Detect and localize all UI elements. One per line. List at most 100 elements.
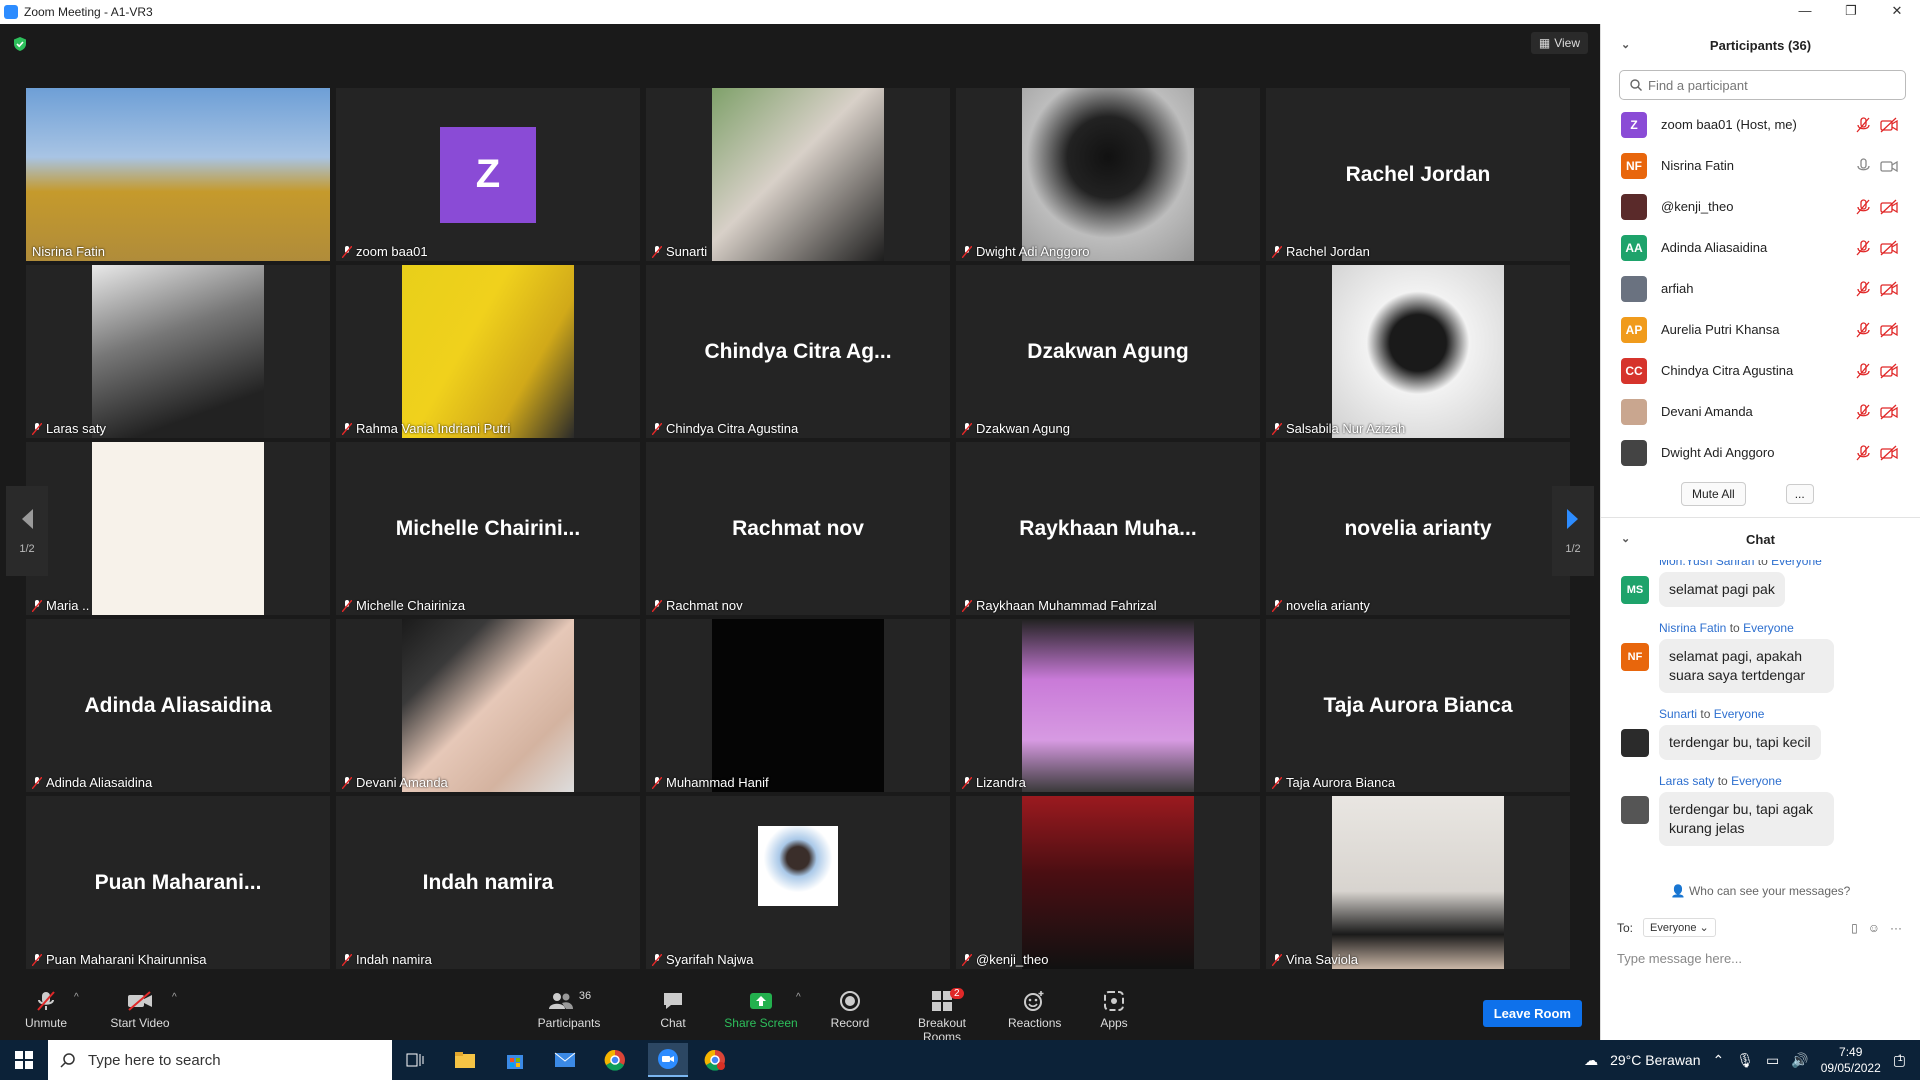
- participant-row-zoom-baa01-host-me[interactable]: Zzoom baa01 (Host, me): [1601, 104, 1920, 145]
- chat-button[interactable]: Chat: [656, 988, 690, 1030]
- start-video-button[interactable]: Start Video: [108, 988, 172, 1030]
- volume-icon[interactable]: 🔊: [1791, 1052, 1808, 1069]
- taskbar-search-input[interactable]: Type here to search: [48, 1040, 392, 1080]
- participant-search-input[interactable]: Find a participant: [1619, 70, 1906, 100]
- restore-button[interactable]: ❐: [1828, 0, 1874, 24]
- video-icon[interactable]: [1880, 158, 1898, 174]
- microphone-muted-icon[interactable]: [1856, 444, 1870, 461]
- video-tile-zoom-baa01[interactable]: Zzoom baa01: [336, 88, 640, 261]
- video-off-icon[interactable]: [1880, 281, 1898, 297]
- weather-text[interactable]: 29°C Berawan: [1610, 1052, 1700, 1068]
- participant-row-adinda-aliasaidina[interactable]: AA Adinda Aliasaidina: [1601, 227, 1920, 268]
- microphone-muted-icon[interactable]: [1856, 321, 1870, 338]
- microphone-muted-icon[interactable]: [1856, 198, 1870, 215]
- video-off-icon[interactable]: [1880, 117, 1898, 133]
- minimize-button[interactable]: —: [1782, 0, 1828, 24]
- video-tile-rachmat-nov[interactable]: Rachmat nov Rachmat nov: [646, 442, 950, 615]
- microphone-muted-icon[interactable]: [1856, 280, 1870, 297]
- video-tile-laras-saty[interactable]: Laras saty: [26, 265, 330, 438]
- microphone-icon[interactable]: [1856, 157, 1870, 174]
- video-off-icon[interactable]: [1880, 404, 1898, 420]
- microphone-muted-icon[interactable]: [1856, 239, 1870, 256]
- video-tile-salsabila-nur-azizah[interactable]: Salsabila Nur Azizah: [1266, 265, 1570, 438]
- more-options-button[interactable]: ...: [1785, 484, 1814, 504]
- zoom-taskbar-icon[interactable]: [648, 1043, 688, 1077]
- network-icon[interactable]: ▭: [1766, 1052, 1779, 1069]
- video-tile-muhammad-hanif[interactable]: Muhammad Hanif: [646, 619, 950, 792]
- file-explorer-icon[interactable]: [450, 1046, 480, 1074]
- leave-room-button[interactable]: Leave Room: [1482, 1000, 1582, 1027]
- clock[interactable]: 7:49 09/05/2022: [1821, 1044, 1881, 1076]
- video-tile-puan-maharani-khairunnisa[interactable]: Puan Maharani... Puan Maharani Khairunnis…: [26, 796, 330, 969]
- collapse-chat-chevron-icon[interactable]: ⌄: [1621, 532, 1630, 545]
- record-button[interactable]: Record: [830, 988, 870, 1030]
- unmute-button[interactable]: Unmute: [22, 988, 70, 1030]
- video-tile-vina-saviola[interactable]: Vina Saviola: [1266, 796, 1570, 969]
- microphone-tray-icon[interactable]: 🎙: [1736, 1052, 1754, 1069]
- chat-message-input[interactable]: Type message here...: [1601, 951, 1920, 966]
- video-off-icon[interactable]: [1880, 445, 1898, 461]
- participant-row-kenji-theo[interactable]: @kenji_theo: [1601, 186, 1920, 227]
- share-screen-button[interactable]: Share Screen: [722, 988, 800, 1030]
- audio-options-caret[interactable]: ^: [74, 992, 79, 1003]
- participant-row-aurelia-putri-khansa[interactable]: AP Aurelia Putri Khansa: [1601, 309, 1920, 350]
- participant-row-devani-amanda[interactable]: Devani Amanda: [1601, 391, 1920, 432]
- participant-row-chindya-citra-agustina[interactable]: CC Chindya Citra Agustina: [1601, 350, 1920, 391]
- video-tile-rachel-jordan[interactable]: Rachel Jordan Rachel Jordan: [1266, 88, 1570, 261]
- chrome-icon[interactable]: [600, 1046, 630, 1074]
- video-tile-raykhaan-muhammad-fahrizal[interactable]: Raykhaan Muha... Raykhaan Muhammad Fahriz…: [956, 442, 1260, 615]
- share-options-caret[interactable]: ^: [796, 992, 801, 1003]
- video-tile-devani-amanda[interactable]: Devani Amanda: [336, 619, 640, 792]
- video-tile-chindya-citra-agustina[interactable]: Chindya Citra Ag... Chindya Citra Agustin…: [646, 265, 950, 438]
- sender-name[interactable]: Sunarti: [1659, 707, 1697, 721]
- microphone-muted-icon[interactable]: [1856, 116, 1870, 133]
- microphone-muted-icon[interactable]: [1856, 362, 1870, 379]
- sender-name[interactable]: Nisrina Fatin: [1659, 621, 1726, 635]
- apps-button[interactable]: Apps: [1100, 988, 1128, 1030]
- store-icon[interactable]: [500, 1046, 530, 1074]
- previous-page-button[interactable]: 1/2: [6, 486, 48, 576]
- video-tile-dzakwan-agung[interactable]: Dzakwan Agung Dzakwan Agung: [956, 265, 1260, 438]
- recipient-select[interactable]: Everyone ⌄: [1643, 918, 1716, 937]
- video-tile-adinda-aliasaidina[interactable]: Adinda Aliasaidina Adinda Aliasaidina: [26, 619, 330, 792]
- file-icon[interactable]: ▯: [1851, 921, 1858, 935]
- who-can-see-link[interactable]: 👤 Who can see your messages?: [1601, 884, 1920, 898]
- video-tile-taja-aurora-bianca[interactable]: Taja Aurora Bianca Taja Aurora Bianca: [1266, 619, 1570, 792]
- video-tile-lizandra[interactable]: Lizandra: [956, 619, 1260, 792]
- windows-start-icon[interactable]: [9, 1046, 39, 1074]
- next-page-button[interactable]: 1/2: [1552, 486, 1594, 576]
- participant-row-arfiah[interactable]: arfiah: [1601, 268, 1920, 309]
- microphone-muted-icon[interactable]: [1856, 403, 1870, 420]
- video-tile-maria[interactable]: Maria ..: [26, 442, 330, 615]
- participant-row-nisrina-fatin[interactable]: NF Nisrina Fatin: [1601, 145, 1920, 186]
- video-tile-sunarti[interactable]: Sunarti: [646, 88, 950, 261]
- mute-all-button[interactable]: Mute All: [1681, 482, 1746, 506]
- video-tile-syarifah-najwa[interactable]: Syarifah Najwa: [646, 796, 950, 969]
- video-tile-indah-namira[interactable]: Indah namira Indah namira: [336, 796, 640, 969]
- task-view-icon[interactable]: [400, 1046, 430, 1074]
- video-off-icon[interactable]: [1880, 199, 1898, 215]
- close-button[interactable]: ✕: [1874, 0, 1920, 24]
- participant-row-dwight-adi-anggoro[interactable]: Dwight Adi Anggoro: [1601, 432, 1920, 473]
- sender-name[interactable]: Laras saty: [1659, 774, 1714, 788]
- video-off-icon[interactable]: [1880, 322, 1898, 338]
- sender-name[interactable]: Moh.Yusri Sahrah: [1659, 560, 1754, 568]
- video-tile-novelia-arianty[interactable]: novelia arianty novelia arianty: [1266, 442, 1570, 615]
- participants-button[interactable]: 36 Participants: [534, 988, 604, 1030]
- video-tile-dwight-adi-anggoro[interactable]: Dwight Adi Anggoro: [956, 88, 1260, 261]
- video-tile-rahma-vania-indriani-putri[interactable]: Rahma Vania Indriani Putri: [336, 265, 640, 438]
- video-options-caret[interactable]: ^: [172, 992, 177, 1003]
- breakout-rooms-button[interactable]: 2 Breakout Rooms: [898, 988, 986, 1044]
- view-button[interactable]: ▦ View: [1530, 32, 1588, 54]
- collapse-participants-chevron-icon[interactable]: ⌄: [1621, 38, 1630, 51]
- emoji-icon[interactable]: ☺: [1868, 921, 1880, 935]
- notifications-icon[interactable]: ▢ 1: [1893, 1052, 1906, 1069]
- video-off-icon[interactable]: [1880, 240, 1898, 256]
- security-shield-icon[interactable]: [12, 36, 28, 52]
- chrome-profile-icon[interactable]: [700, 1046, 730, 1074]
- more-icon[interactable]: ···: [1890, 921, 1902, 935]
- video-tile-michelle-chairiniza[interactable]: Michelle Chairini... Michelle Chairiniza: [336, 442, 640, 615]
- video-tile-kenji-theo[interactable]: @kenji_theo: [956, 796, 1260, 969]
- video-tile-nisrina-fatin[interactable]: Nisrina Fatin: [26, 88, 330, 261]
- mail-icon[interactable]: [550, 1046, 580, 1074]
